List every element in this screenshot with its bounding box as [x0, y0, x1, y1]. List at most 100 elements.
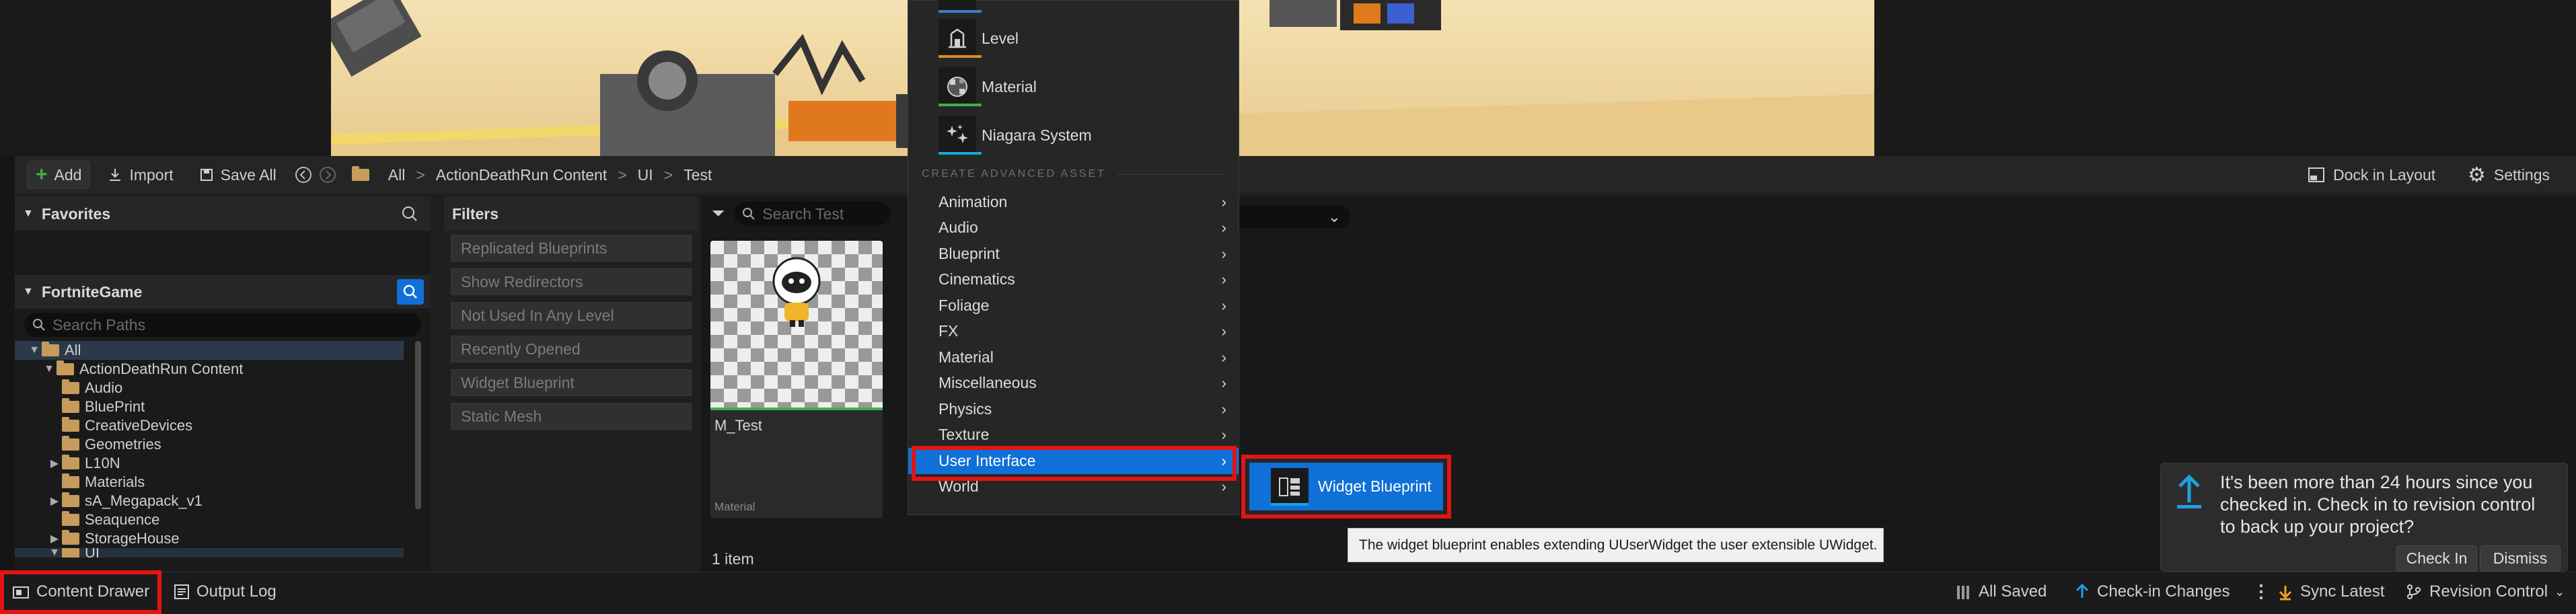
menu-item-texture[interactable]: Texture › [908, 422, 1239, 449]
tree-item-storagehouse[interactable]: ▶ StorageHouse [15, 529, 404, 548]
asset-tile-m-test[interactable]: M_Test Material [710, 241, 883, 518]
breadcrumb-content[interactable]: ActionDeathRun Content [436, 166, 607, 184]
menu-item-cinematics[interactable]: Cinematics › [908, 267, 1239, 293]
tree-label: All [65, 342, 81, 358]
tree-item-audio[interactable]: Audio [15, 379, 404, 397]
tree-item-ui[interactable]: ▼ UI [15, 548, 404, 558]
chevron-right-icon: › [1221, 322, 1226, 340]
revision-control-button[interactable]: Revision Control ⌄ [2405, 582, 2565, 601]
breadcrumb-test[interactable]: Test [684, 166, 712, 184]
folder-icon[interactable] [351, 166, 369, 181]
save-icon [200, 169, 213, 181]
save-status-icon [1957, 586, 1969, 599]
sources-panel: ▼ Favorites ▼ FortniteGame Search Paths … [15, 197, 431, 572]
menu-label: Texture [939, 426, 990, 444]
tree-item-blueprint[interactable]: BluePrint [15, 397, 404, 416]
widget-blueprint-tooltip: The widget blueprint enables extending U… [1348, 528, 1884, 562]
folder-tree: ▼ All ▼ ActionDeathRun Content Audio Blu… [15, 341, 431, 558]
search-toggle-button[interactable] [397, 279, 424, 305]
menu-label: Animation [939, 192, 1008, 210]
tree-scrollbar[interactable] [415, 341, 421, 509]
project-header[interactable]: ▼ FortniteGame [15, 275, 431, 309]
breadcrumb-ui[interactable]: UI [638, 166, 653, 184]
path-search-box[interactable]: Search Paths [24, 313, 421, 337]
expand-arrow-icon: ▶ [50, 496, 59, 507]
tree-label: StorageHouse [85, 530, 180, 547]
tree-item-l10n[interactable]: ▶ L10N [15, 454, 404, 473]
expand-arrow-icon: ▼ [49, 548, 60, 558]
revision-control-label: Revision Control [2429, 582, 2548, 601]
menu-item-foliage[interactable]: Foliage › [908, 293, 1239, 319]
add-button[interactable]: + Add [27, 161, 91, 189]
tree-item-materials[interactable]: Materials [15, 473, 404, 492]
dock-in-layout-button[interactable]: Dock in Layout [2308, 161, 2435, 188]
favorites-header[interactable]: ▼ Favorites [15, 197, 431, 231]
widget-blueprint-item[interactable]: Widget Blueprint [1249, 463, 1443, 510]
filter-icon[interactable]: ⏷ [712, 204, 725, 223]
expand-arrow-icon: ▶ [50, 458, 59, 469]
menu-item-partial[interactable] [908, 0, 1239, 14]
tree-item-geometries[interactable]: Geometries [15, 435, 404, 454]
more-options-icon[interactable]: ⋮ [2252, 581, 2270, 602]
folder-icon [62, 455, 79, 469]
revision-control-notification: It's been more than 24 hours since you c… [2160, 463, 2568, 572]
breadcrumb-all[interactable]: All [388, 166, 406, 184]
filter-recently-opened[interactable]: Recently Opened [451, 336, 692, 362]
filters-header: Filters [444, 197, 698, 231]
menu-item-niagara[interactable]: Niagara System [908, 111, 1239, 159]
content-drawer-button[interactable]: Content Drawer [12, 582, 149, 601]
menu-item-material-adv[interactable]: Material › [908, 344, 1239, 371]
forward-icon[interactable] [318, 165, 337, 184]
tree-item-seaquence[interactable]: Seaquence [15, 510, 404, 529]
filter-show-redirectors[interactable]: Show Redirectors [451, 268, 692, 295]
tree-item-creativedevices[interactable]: CreativeDevices [15, 416, 404, 435]
tree-label: sA_Megapack_v1 [85, 492, 203, 509]
search-icon [33, 319, 45, 331]
folder-icon [57, 360, 74, 375]
check-in-changes-label: Check-in Changes [2097, 582, 2230, 601]
dismiss-button[interactable]: Dismiss [2480, 545, 2561, 571]
asset-search-box[interactable]: Search Test [734, 202, 891, 226]
folder-icon [62, 436, 79, 451]
menu-item-miscellaneous[interactable]: Miscellaneous › [908, 371, 1239, 397]
menu-label: Miscellaneous [939, 374, 1037, 392]
settings-button[interactable]: ⚙ Settings [2468, 161, 2550, 188]
highlight-user-interface [912, 446, 1237, 481]
save-all-label: Save All [220, 165, 277, 184]
filter-replicated-blueprints[interactable]: Replicated Blueprints [451, 235, 692, 262]
filter-not-used[interactable]: Not Used In Any Level [451, 302, 692, 329]
menu-item-blueprint[interactable]: Blueprint › [908, 241, 1239, 267]
tree-item-megapack[interactable]: ▶ sA_Megapack_v1 [15, 492, 404, 510]
sync-latest-button[interactable]: Sync Latest [2277, 582, 2384, 601]
folder-icon [62, 548, 79, 558]
import-button[interactable]: Import [100, 161, 181, 188]
save-all-button[interactable]: Save All [191, 161, 285, 188]
material-thumbnail [710, 241, 883, 408]
breadcrumb: All > ActionDeathRun Content > UI > Test [388, 166, 712, 184]
check-in-changes-button[interactable]: Check-in Changes [2074, 582, 2230, 601]
menu-item-audio[interactable]: Audio › [908, 215, 1239, 241]
astronaut-icon [772, 257, 821, 327]
path-search-placeholder: Search Paths [52, 315, 146, 334]
menu-item-animation[interactable]: Animation › [908, 189, 1239, 215]
all-saved-indicator[interactable]: All Saved [1956, 582, 2047, 601]
section-header: CREATE ADVANCED ASSET [922, 168, 1107, 180]
tree-label: CreativeDevices [85, 417, 193, 434]
menu-item-material[interactable]: Material [908, 63, 1239, 111]
menu-label: Niagara System [982, 126, 1092, 144]
tree-item-actiondeathrun[interactable]: ▼ ActionDeathRun Content [15, 360, 404, 379]
menu-label: Cinematics [939, 270, 1015, 289]
filter-widget-blueprint[interactable]: Widget Blueprint [451, 369, 692, 396]
chevron-right-icon: › [1221, 296, 1226, 314]
menu-item-level[interactable]: Level [908, 14, 1239, 63]
output-log-button[interactable]: Output Log [174, 582, 277, 601]
search-icon[interactable] [401, 205, 418, 223]
menu-item-fx[interactable]: FX › [908, 319, 1239, 345]
menu-item-physics[interactable]: Physics › [908, 396, 1239, 422]
back-icon[interactable] [294, 165, 313, 184]
check-in-button[interactable]: Check In [2396, 545, 2477, 571]
chevron-right-icon: › [1221, 244, 1226, 262]
tree-item-all[interactable]: ▼ All [15, 341, 404, 360]
tree-label: Seaquence [85, 511, 160, 528]
filter-static-mesh[interactable]: Static Mesh [451, 403, 692, 430]
